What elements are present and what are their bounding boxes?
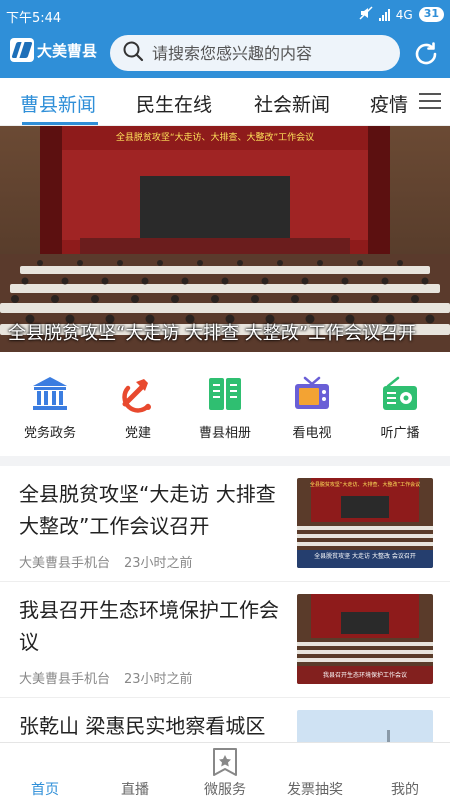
party-emblem-icon [118, 374, 158, 414]
news-title: 全县脱贫攻坚“大走访 大排查 大整改”工作会议召开 [19, 482, 276, 538]
refresh-icon[interactable] [412, 40, 440, 68]
section-divider [0, 456, 450, 466]
featured-banner[interactable]: 全县脱贫攻坚“大走访、大排查、大整改”工作会议 全县脱贫攻坚“大走访 大排查 大… [0, 126, 450, 352]
logo-text: 大美曹县 [37, 41, 98, 60]
radio-icon [380, 374, 420, 414]
news-time: 23小时之前 [124, 672, 193, 687]
category-shortcuts: 党务政务 党建 曹县相册 看电视 听广播 [0, 352, 450, 456]
mute-icon [359, 6, 373, 23]
status-bar: 下午5:44 4G 31 [0, 0, 450, 30]
active-tab-indicator [22, 122, 98, 125]
category-tv[interactable]: 看电视 [267, 374, 357, 441]
album-book-icon [205, 374, 245, 414]
tab-epidemic[interactable]: 疫情 [370, 90, 408, 117]
search-input[interactable] [152, 43, 392, 63]
category-album[interactable]: 曹县相册 [180, 374, 270, 441]
bottom-navigation: 首页 直播 微服务 发票抽奖 我的 [0, 742, 450, 800]
category-label: 看电视 [292, 426, 332, 441]
category-label: 党建 [124, 426, 151, 441]
signal-icon [378, 8, 390, 21]
search-icon [122, 40, 144, 66]
category-label: 曹县相册 [198, 426, 251, 441]
news-time: 23小时之前 [124, 556, 193, 571]
status-time: 下午5:44 [6, 11, 62, 26]
news-item[interactable]: 全县脱贫攻坚“大走访 大排查 大整改”工作会议召开 大美曹县手机台 23小时之前 … [0, 466, 450, 582]
network-label: 4G [395, 7, 413, 22]
status-icons: 4G 31 [359, 6, 444, 23]
app-logo: 大美曹县 [10, 38, 97, 62]
news-meta: 大美曹县手机台 23小时之前 [19, 668, 193, 687]
search-bar[interactable] [110, 35, 400, 71]
government-building-icon [30, 374, 70, 414]
micro-service-icon[interactable] [211, 747, 239, 777]
category-label: 听广播 [380, 426, 420, 441]
news-source: 大美曹县手机台 [19, 556, 111, 571]
category-party-building[interactable]: 党建 [93, 374, 183, 441]
category-label: 党务政务 [23, 426, 76, 441]
nav-invoice-lottery[interactable]: 发票抽奖 [270, 779, 360, 799]
news-thumbnail: 全县脱贫攻坚“大走访、大排查、大整改”工作会议 全县脱贫攻坚 大走访 大整改 会… [297, 478, 433, 568]
tab-menu-icon[interactable] [410, 78, 450, 124]
news-title: 张乾山 梁惠民实地察看城区 [19, 714, 266, 738]
category-government[interactable]: 党务政务 [5, 374, 95, 441]
news-title: 我县召开生态环境保护工作会议 [19, 598, 279, 654]
tab-caoxian-news[interactable]: 曹县新闻 [20, 90, 96, 117]
category-radio[interactable]: 听广播 [355, 374, 445, 441]
banner-caption: 全县脱贫攻坚“大走访 大排查 大整改”工作会议召开 [8, 323, 417, 344]
tv-icon [292, 374, 332, 414]
news-meta: 大美曹县手机台 23小时之前 [19, 552, 193, 571]
battery-icon: 31 [418, 7, 444, 22]
nav-live[interactable]: 直播 [90, 779, 180, 799]
tab-social-news[interactable]: 社会新闻 [254, 90, 330, 117]
app-header: 大美曹县 [0, 30, 450, 78]
thumb-caption: 我县召开生态环境保护工作会议 [323, 671, 407, 679]
svg-text:全县脱贫攻坚“大走访、大排查、大整改”工作会议: 全县脱贫攻坚“大走访、大排查、大整改”工作会议 [310, 481, 420, 488]
stage-banner-text: 全县脱贫攻坚“大走访、大排查、大整改”工作会议 [116, 131, 314, 143]
nav-home[interactable]: 首页 [0, 779, 90, 799]
nav-profile[interactable]: 我的 [360, 779, 450, 799]
news-source: 大美曹县手机台 [19, 672, 111, 687]
thumb-caption: 全县脱贫攻坚 大走访 大整改 会议召开 [314, 552, 416, 560]
tab-minsheng[interactable]: 民生在线 [136, 90, 212, 117]
news-item[interactable]: 我县召开生态环境保护工作会议 大美曹县手机台 23小时之前 我县召开生态环境保护工… [0, 582, 450, 698]
logo-mark-icon [10, 38, 34, 62]
news-thumbnail: 我县召开生态环境保护工作会议 [297, 594, 433, 684]
category-tabs: 曹县新闻 民生在线 社会新闻 疫情 [0, 78, 450, 126]
nav-micro-service[interactable]: 微服务 [180, 779, 270, 799]
